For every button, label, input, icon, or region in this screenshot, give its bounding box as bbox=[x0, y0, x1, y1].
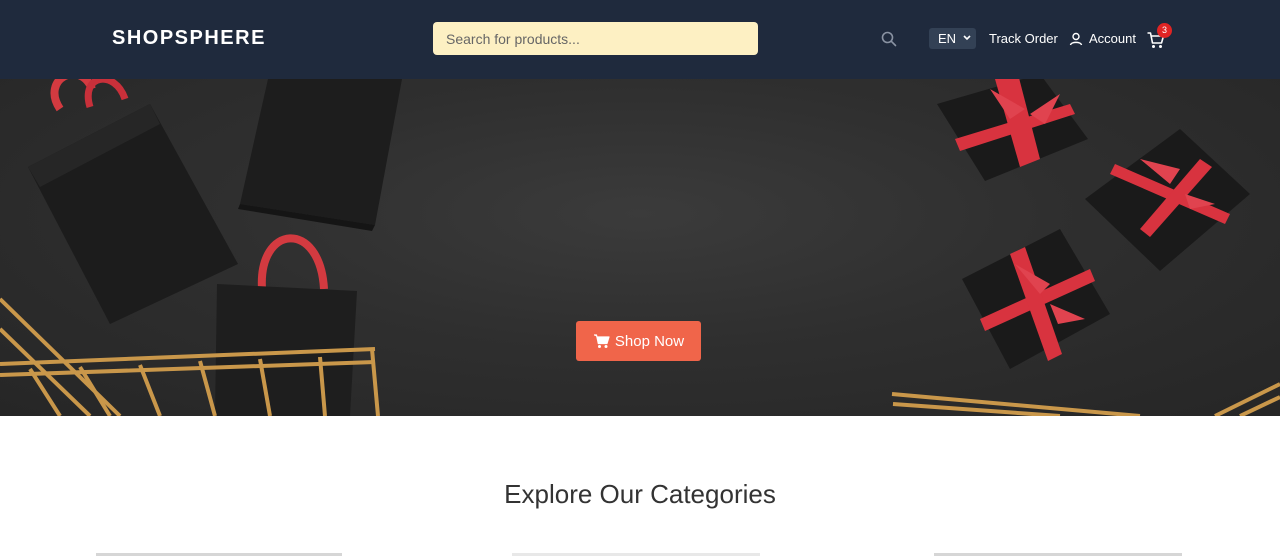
chevron-down-icon bbox=[963, 35, 971, 41]
shop-now-label: Shop Now bbox=[614, 332, 685, 350]
language-select[interactable]: EN bbox=[929, 28, 976, 49]
categories-heading: Explore Our Categories bbox=[504, 479, 776, 509]
language-label: EN bbox=[938, 31, 957, 46]
cart-count-badge: 3 bbox=[1157, 23, 1172, 38]
shop-now-button[interactable]: Shop Now bbox=[576, 321, 701, 361]
hero-image bbox=[0, 79, 1280, 416]
search-input[interactable] bbox=[433, 22, 758, 55]
search-icon[interactable] bbox=[881, 31, 897, 47]
hero-banner bbox=[0, 79, 1280, 416]
site-header: SHOPSPHERE EN Track Order Account 3 bbox=[0, 0, 1280, 79]
user-icon[interactable] bbox=[1068, 31, 1084, 47]
track-order-link[interactable]: Track Order bbox=[989, 31, 1058, 47]
account-link[interactable]: Account bbox=[1089, 31, 1136, 47]
cart-icon bbox=[593, 334, 610, 348]
site-logo[interactable]: SHOPSPHERE bbox=[112, 26, 266, 50]
